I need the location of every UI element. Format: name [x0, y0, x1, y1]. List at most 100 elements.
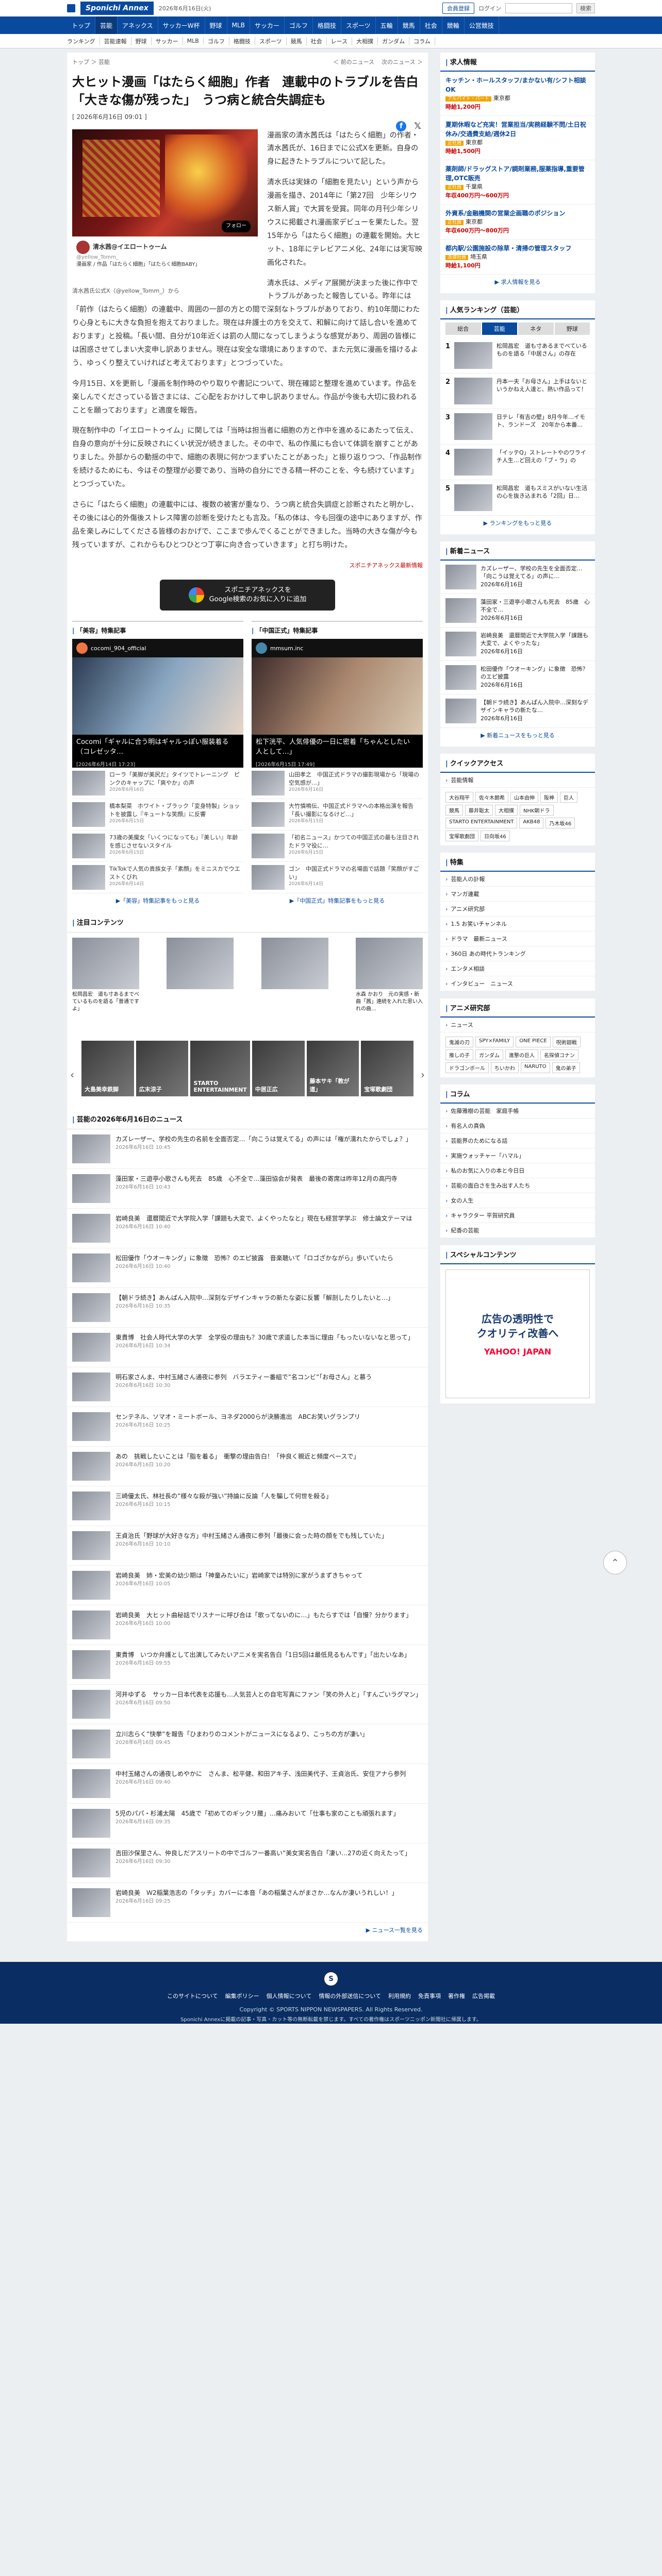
carousel-next-icon[interactable]: ›: [421, 1069, 425, 1081]
quick-access-link[interactable]: 大相撲: [495, 805, 518, 816]
quick-access-link[interactable]: 日向坂46: [481, 831, 510, 841]
attention-item[interactable]: 水森 かおり 元の実感・新曲「茜」連続を入れた思い入れの曲…: [355, 938, 423, 1036]
subnav-item-5[interactable]: ゴルフ: [208, 37, 229, 45]
quick-access-link[interactable]: AKB48: [519, 818, 544, 828]
prev-news-link[interactable]: ＜ 前のニュース: [333, 58, 374, 66]
nav-item-11[interactable]: 競馬: [398, 16, 420, 34]
latest-news-item[interactable]: 藻田家・三遊亭小歌さんも死去 85歳 心不全で… 2026年6月16日: [440, 594, 595, 628]
list-item[interactable]: 大竹慎鳴伝、中国正式ドラマへの本格出演を報告「長い撮影になるけど…」 2026年6…: [252, 799, 423, 831]
list-item[interactable]: TikTokで人気の貴族女子「素顔」をミニスカでウエストくびれ 2026年6月14…: [72, 862, 243, 894]
job-item[interactable]: 外資系/金融機関の営業企画職のポジション 正社員 東京都 年収600万円〜800万円: [440, 205, 595, 240]
nav-item-14[interactable]: 公営競技: [465, 16, 499, 34]
footer-link[interactable]: 免責事項: [418, 1992, 441, 2000]
footer-link[interactable]: 情報の外部送信について: [319, 1992, 381, 2000]
nav-item-4[interactable]: 野球: [205, 16, 227, 34]
google-favorite-button[interactable]: スポニチアネックスを Google検索のお気に入りに追加: [160, 580, 335, 611]
carousel-card[interactable]: 藤本サキ「教が道」: [306, 1041, 359, 1097]
search-button[interactable]: 検索: [576, 3, 595, 13]
subnav-item-13[interactable]: コラム: [413, 37, 435, 45]
news-list-item[interactable]: 5児のパパ・杉浦太陽 45歳で「初めてのギックリ腰」…痛みおいて「仕事も家のこと…: [67, 1804, 428, 1844]
ranking-tab[interactable]: 野球: [554, 323, 590, 335]
nav-item-7[interactable]: ゴルフ: [285, 16, 313, 34]
footer-link[interactable]: このサイトについて: [167, 1992, 218, 2000]
anime-link[interactable]: ONE PIECE: [516, 1037, 551, 1047]
anime-link[interactable]: 呪術廻戦: [552, 1037, 581, 1047]
attention-item[interactable]: 松岡昌宏 道も寸あるまでべているものを語る「普通ですよ」: [72, 938, 139, 1036]
list-item[interactable]: ローラ「美脚が美尻だ」タイツでトレーニング ピンクのキャップに「爽やか」の声 20…: [72, 768, 243, 800]
news-list-item[interactable]: あの 挑戦したいことは「脂を着る」 衝撃の理由告白！「仲良く親近と頻度ベースで」…: [67, 1447, 428, 1487]
news-list-item[interactable]: 河井ゆずる サッカー日本代表を応援も…人気芸人との自宅写真にファン「笑の外人と」…: [67, 1685, 428, 1725]
carousel-card[interactable]: 大島美幸鉄脚: [81, 1041, 134, 1097]
quick-access-link[interactable]: 藤井聡太: [465, 805, 493, 816]
special-link[interactable]: 芸能人の訃報: [440, 872, 595, 887]
column-link[interactable]: 芸能界のためになる話: [440, 1133, 595, 1148]
back-to-top-icon[interactable]: ⌃: [603, 1551, 627, 1574]
nav-item-3[interactable]: サッカーW杯: [158, 16, 205, 34]
quick-access-link[interactable]: 宝塚歌劇団: [445, 831, 478, 841]
nav-item-1[interactable]: 芸能: [95, 16, 118, 34]
news-list-item[interactable]: 吉田沙保里さん、仲良しだアスリートの中でゴルフ一番高い”美女実名告白「凄い…27…: [67, 1843, 428, 1884]
next-news-link[interactable]: 次のニュース ＞: [382, 58, 423, 66]
nav-item-12[interactable]: 社会: [420, 16, 442, 34]
anime-link[interactable]: 鬼の弟子: [552, 1062, 580, 1073]
nav-item-0[interactable]: トップ: [67, 16, 96, 34]
subnav-item-1[interactable]: 芸能速報: [104, 37, 131, 45]
quick-access-link[interactable]: 山本由伸: [510, 792, 538, 803]
news-list-item[interactable]: 岩崎良美 大ヒット曲秘話でリスナーに呼び合は「歌ってないのに…」もたらすでは「自…: [67, 1605, 428, 1646]
special-link[interactable]: 360日 あの時代トランキング: [440, 946, 595, 961]
anime-link[interactable]: ドラゴンボール: [445, 1062, 489, 1073]
breadcrumb-path[interactable]: トップ ＞ 芸能: [72, 58, 110, 66]
attention-item[interactable]: [261, 938, 328, 1036]
news-list-more[interactable]: ▶ ニュース一覧を見る: [67, 1923, 428, 1941]
column-link[interactable]: 女の人生: [440, 1193, 595, 1208]
feature-left-more[interactable]: ▶「美容」特集記事をもっと見る: [72, 893, 243, 912]
ranking-item[interactable]: 1 松岡昌宏 道も寸あるまでべているものを語る「中居さん」の存在: [440, 338, 595, 374]
quick-access-sub[interactable]: 芸能情報: [440, 773, 595, 788]
latest-news-item[interactable]: 【朝ドラ続き】あんぱん入院中…深刻なデザインキャラの新たな… 2026年6月16日: [440, 694, 595, 728]
job-item[interactable]: 薬剤師/ドラッグストア/調剤業務,服薬指導,重要管理,OTC販売 正社員 千葉県 年収…: [440, 160, 595, 205]
news-list-item[interactable]: 藻田家・三遊亭小歌さんも死去 85歳 心不全で…藻田協会が発表 最後の寄席は昨年…: [67, 1169, 428, 1209]
list-item[interactable]: 「初名ニュース」かつての中国正式の最も注目されたドラマ役に… 2026年6月15日: [252, 831, 423, 862]
quick-access-link[interactable]: 阪神: [540, 792, 558, 803]
latest-news-more[interactable]: ▶ 新着ニュースをもっと見る: [440, 728, 595, 747]
news-list-item[interactable]: 三崎優太氏、林社長の”様々な殺が強い”持論に反論「人を騙して何世を殺る」 2026…: [67, 1486, 428, 1527]
column-link[interactable]: 私のお気に入りの本と今日日: [440, 1163, 595, 1178]
anime-link[interactable]: SPY×FAMILY: [475, 1037, 514, 1047]
nav-item-10[interactable]: 五輪: [376, 16, 398, 34]
quick-access-link[interactable]: NHK朝ドラ: [520, 805, 554, 816]
special-link[interactable]: アニメ研究部: [440, 902, 595, 917]
ranking-item[interactable]: 3 日テレ「有吉の壁」8月今年…イモト、ランドーズ 20年から本番…: [440, 409, 595, 445]
facebook-icon[interactable]: f: [396, 121, 406, 131]
column-link[interactable]: 実施ウォッチャー「ハマル」: [440, 1148, 595, 1163]
job-item[interactable]: キッチン・ホールスタッフ/まかない有/シフト相談OK アルバイト・パート 東京都 時給…: [440, 72, 595, 116]
carousel-card[interactable]: 広末涼子: [136, 1041, 189, 1097]
job-item[interactable]: 夏期休暇など充実！営業担当/実務経験不問/土日祝休み/交通費支給/週休2日 正社員…: [440, 116, 595, 160]
latest-news-item[interactable]: 松田優作「ウオーキング」に象徴 恐怖？のエピ披露 2026年6月16日: [440, 661, 595, 694]
special-link[interactable]: ドラマ 最新ニュース: [440, 931, 595, 946]
photo-image[interactable]: フォロー 清水茜@イエロートゥーム @yellow_Tomm_ 漫画家 / 作品…: [72, 129, 258, 284]
footer-link[interactable]: 広告掲載: [472, 1992, 495, 2000]
news-list-item[interactable]: 松田優作「ウオーキング」に象徴 恐怖？のエピ披露 音楽聴いて「ロゴざかながら」歩…: [67, 1248, 428, 1289]
footer-link[interactable]: 個人情報について: [267, 1992, 312, 2000]
source-link[interactable]: スポニチアネックス最新情報: [67, 559, 428, 577]
nav-item-9[interactable]: スポーツ: [341, 16, 376, 34]
news-list-item[interactable]: 岩崎良美 姉・宏美の幼少期は「神童みたいに」岩崎家では特別に家がうまずきちゃって…: [67, 1566, 428, 1606]
anime-sub[interactable]: ニュース: [440, 1018, 595, 1032]
ranking-tab[interactable]: ネタ: [518, 323, 554, 335]
anime-link[interactable]: NARUTO: [521, 1062, 550, 1073]
quick-access-link[interactable]: 大谷翔平: [445, 792, 473, 803]
carousel-card[interactable]: 宝塚歌劇団: [361, 1041, 414, 1097]
quick-access-link[interactable]: STARTO ENTERTAINMENT: [445, 818, 518, 828]
anime-link[interactable]: ガンダム: [475, 1049, 503, 1060]
anime-link[interactable]: 推しの子: [445, 1049, 473, 1060]
ranking-item[interactable]: 4 「イッテQ」ストレートやのワライチ人生…ど回えの「ブ・ラ」の: [440, 445, 595, 480]
carousel-prev-icon[interactable]: ‹: [70, 1069, 74, 1081]
quick-access-link[interactable]: 競馬: [445, 805, 463, 816]
column-link[interactable]: 紀香の芸能: [440, 1223, 595, 1238]
anime-link[interactable]: 鬼滅の刃: [445, 1037, 473, 1047]
jobs-more[interactable]: ▶ 求人情報を見る: [440, 275, 595, 293]
subnav-item-6[interactable]: 格闘技: [234, 37, 255, 45]
job-item[interactable]: 都内駅/公園施設の除草・清掃の管理スタッフ 派遣社員 埼玉県 時給1,100円: [440, 240, 595, 275]
home-icon[interactable]: [67, 4, 75, 12]
special-link[interactable]: マンガ連載: [440, 887, 595, 902]
